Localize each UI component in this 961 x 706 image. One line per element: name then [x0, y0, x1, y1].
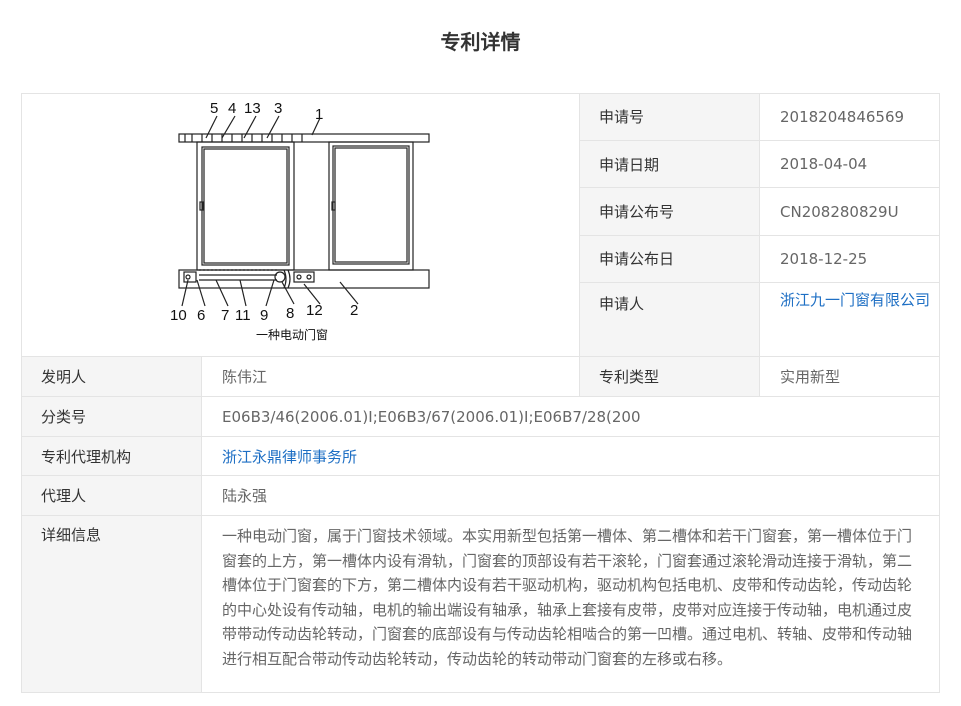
classification-value: E06B3/46(2006.01)I;E06B3/67(2006.01)I;E0…: [201, 396, 940, 437]
page-title: 专利详情: [440, 30, 521, 54]
part-number: 8: [286, 305, 294, 322]
agency-cell: 浙江永鼎律师事务所: [201, 436, 940, 476]
applicant-link[interactable]: 浙江九一门窗有限公司: [780, 291, 930, 309]
applicant-label: 申请人: [579, 281, 760, 358]
part-number: 9: [260, 307, 268, 324]
agent-label: 代理人: [21, 475, 202, 516]
applicant-cell: 浙江九一门窗有限公司: [759, 281, 940, 358]
part-number: 12: [306, 302, 323, 319]
details-value: 一种电动门窗，属于门窗技术领域。本实用新型包括第一槽体、第二槽体和若干门窗套，第…: [201, 515, 940, 693]
patent-drawing: 5 4 13 3 1 10 6 7 11 9 8 12 2 一种电动门窗: [170, 100, 430, 342]
drawing-caption: 一种电动门窗: [256, 327, 328, 342]
part-number: 11: [235, 307, 251, 324]
publication-date-value: 2018-12-25: [759, 235, 940, 283]
part-number: 2: [350, 302, 358, 319]
patent-type-label: 专利类型: [579, 356, 760, 397]
first-channel: [178, 133, 430, 143]
classification-label: 分类号: [21, 396, 202, 437]
inventor-label: 发明人: [21, 356, 202, 397]
application-date-label: 申请日期: [579, 139, 760, 189]
part-number: 1: [315, 106, 323, 123]
part-number: 3: [274, 100, 282, 117]
publication-no-value: CN208280829U: [759, 187, 940, 237]
publication-date-label: 申请公布日: [579, 235, 760, 283]
publication-no-label: 申请公布号: [579, 187, 760, 237]
details-label: 详细信息: [21, 515, 202, 693]
part-number: 6: [197, 307, 205, 324]
agent-value: 陆永强: [201, 475, 940, 516]
patent-detail-table: 5 4 13 3 1 10 6 7 11 9 8 12 2 一种电动门窗 申请号…: [21, 93, 940, 693]
part-number: 13: [244, 100, 261, 117]
part-number: 10: [170, 307, 187, 324]
agency-label: 专利代理机构: [21, 436, 202, 476]
application-date-value: 2018-04-04: [759, 139, 940, 189]
left-sash: [196, 141, 295, 271]
part-number: 4: [228, 100, 236, 117]
application-no-value: 2018204846569: [759, 93, 940, 141]
right-sash: [328, 141, 414, 271]
inventor-value: 陈伟江: [201, 356, 580, 397]
application-no-label: 申请号: [579, 93, 760, 141]
part-number: 7: [221, 307, 229, 324]
patent-drawing-cell: 5 4 13 3 1 10 6 7 11 9 8 12 2 一种电动门窗: [21, 93, 580, 357]
part-number: 5: [210, 100, 218, 117]
second-channel: [178, 269, 430, 289]
patent-type-value: 实用新型: [759, 356, 940, 397]
agency-link[interactable]: 浙江永鼎律师事务所: [222, 448, 357, 466]
